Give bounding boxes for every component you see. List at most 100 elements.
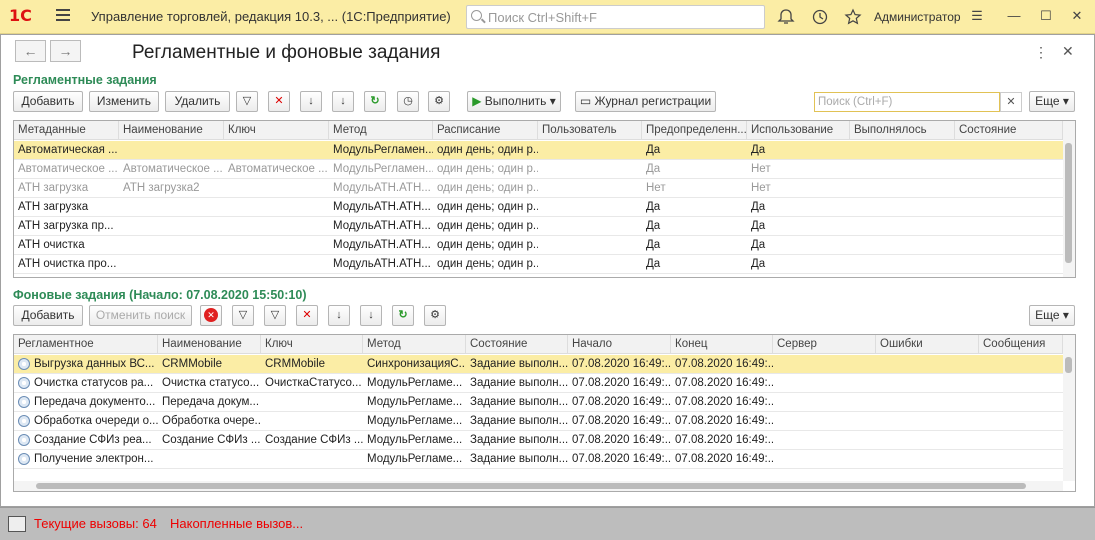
cell-text: 07.08.2020 16:49:... bbox=[675, 415, 773, 427]
filter-icon[interactable]: ▽ bbox=[236, 91, 258, 112]
cell-text: Передача документо... bbox=[34, 396, 156, 408]
table-cell: Автоматическое ... bbox=[224, 160, 329, 179]
column-header[interactable]: Наименование bbox=[158, 335, 261, 354]
settings-menu-icon[interactable]: ☰ bbox=[969, 8, 985, 24]
1c-logo-icon[interactable]: 1С bbox=[9, 6, 43, 26]
refresh-icon[interactable]: ↻ bbox=[392, 305, 414, 326]
column-header[interactable]: Ключ bbox=[261, 335, 363, 354]
column-header[interactable]: Пользователь bbox=[538, 121, 642, 140]
table-row[interactable]: Передача документо... Передача докум... Мо… bbox=[14, 393, 1063, 412]
sort-asc-icon[interactable]: ↓ bbox=[300, 91, 322, 112]
cell-text: Создание СФИз реа... bbox=[34, 434, 152, 446]
cell-text: один день; один р... bbox=[437, 201, 538, 213]
sort-asc-icon[interactable]: ↓ bbox=[328, 305, 350, 326]
table-header: Регламентное Наименование Ключ Метод Состоян… bbox=[14, 335, 1063, 354]
form-more-icon[interactable]: ⋮ bbox=[1034, 44, 1048, 61]
column-header[interactable]: Выполнялось bbox=[850, 121, 955, 140]
table-row[interactable]: ATH очистка МодульATH.ATH... один день; од… bbox=[14, 236, 1063, 255]
bell-icon[interactable] bbox=[777, 8, 795, 26]
table-cell: ATH очистка про... bbox=[14, 255, 119, 274]
scheduled-edit-button[interactable]: Изменить bbox=[89, 91, 159, 112]
column-header[interactable]: Состояние bbox=[955, 121, 1063, 140]
column-header[interactable]: Сообщения bbox=[979, 335, 1063, 354]
table-cell bbox=[979, 393, 1063, 412]
cancel-job-icon[interactable]: ✕ bbox=[200, 305, 222, 326]
forward-button[interactable]: → bbox=[50, 40, 81, 62]
windows-icon[interactable] bbox=[8, 516, 26, 532]
column-header[interactable]: Использование bbox=[747, 121, 850, 140]
table-row[interactable]: ATH загрузка пр... МодульATH.ATH... один д… bbox=[14, 217, 1063, 236]
sort-desc-icon[interactable]: ↓ bbox=[360, 305, 382, 326]
column-header[interactable]: Метод bbox=[329, 121, 433, 140]
clear-filter-icon[interactable]: ✕ bbox=[268, 91, 290, 112]
table-row[interactable]: Получение электрон... МодульРегламе... Зад… bbox=[14, 450, 1063, 469]
table-cell: один день; один р... bbox=[433, 255, 538, 274]
form-close-icon[interactable]: ✕ bbox=[1062, 43, 1074, 60]
vertical-scrollbar[interactable] bbox=[1063, 335, 1075, 481]
background-add-button[interactable]: Добавить bbox=[13, 305, 83, 326]
log-icon: ▭ bbox=[579, 94, 595, 108]
vertical-scrollbar[interactable] bbox=[1063, 121, 1075, 277]
table-cell bbox=[773, 431, 876, 450]
column-header[interactable]: Состояние bbox=[466, 335, 568, 354]
filter-icon[interactable]: ▽ bbox=[232, 305, 254, 326]
settings-icon[interactable]: ⚙ bbox=[424, 305, 446, 326]
back-button[interactable]: ← bbox=[15, 40, 46, 62]
table-cell bbox=[224, 179, 329, 198]
table-row[interactable]: Автоматическая ... МодульРегламен... один … bbox=[14, 141, 1063, 160]
refresh-icon[interactable]: ↻ bbox=[364, 91, 386, 112]
user-name[interactable]: Администратор bbox=[874, 10, 961, 24]
column-header[interactable]: Сервер bbox=[773, 335, 876, 354]
background-more-button[interactable]: Еще ▾ bbox=[1029, 305, 1075, 326]
global-search-input[interactable]: Поиск Ctrl+Shift+F bbox=[466, 5, 765, 29]
column-header[interactable]: Конец bbox=[671, 335, 773, 354]
table-cell: Автоматическая ... bbox=[14, 141, 119, 160]
scheduled-search-input[interactable]: Поиск (Ctrl+F) bbox=[814, 92, 1000, 112]
column-header[interactable]: Наименование bbox=[119, 121, 224, 140]
schedule-clock-icon[interactable]: ◷ bbox=[397, 91, 419, 112]
table-row[interactable]: ATH загрузка ATH загрузка2 МодульATH.ATH..… bbox=[14, 179, 1063, 198]
column-header[interactable]: Регламентное bbox=[14, 335, 158, 354]
favorites-star-icon[interactable] bbox=[844, 8, 862, 26]
scheduled-add-button[interactable]: Добавить bbox=[13, 91, 83, 112]
close-window-icon[interactable]: ✕ bbox=[1069, 8, 1085, 24]
table-cell bbox=[876, 412, 979, 431]
scrollbar-thumb[interactable] bbox=[1065, 357, 1072, 373]
table-row[interactable]: Очистка статусов ра... Очистка статусо...… bbox=[14, 374, 1063, 393]
event-log-button[interactable]: ▭ Журнал регистрации bbox=[575, 91, 716, 112]
table-row[interactable]: ATH загрузка МодульATH.ATH... один день; о… bbox=[14, 198, 1063, 217]
scheduled-delete-button[interactable]: Удалить bbox=[165, 91, 230, 112]
scrollbar-thumb[interactable] bbox=[36, 483, 1026, 489]
scrollbar-thumb[interactable] bbox=[1065, 143, 1072, 263]
column-header[interactable]: Предопределенн... bbox=[642, 121, 747, 140]
run-button[interactable]: ▶ Выполнить ▾ bbox=[467, 91, 561, 112]
search-clear-icon[interactable]: ✕ bbox=[1000, 92, 1022, 112]
column-header[interactable]: Ошибки bbox=[876, 335, 979, 354]
cancel-search-button[interactable]: Отменить поиск bbox=[89, 305, 192, 326]
table-row[interactable]: Автоматическое ... Автоматическое ... Авто… bbox=[14, 160, 1063, 179]
settings-icon[interactable]: ⚙ bbox=[428, 91, 450, 112]
accumulated-calls-text[interactable]: Накопленные вызов... bbox=[170, 516, 303, 531]
table-row[interactable]: Выгрузка данных ВС... CRMMobile CRMMobile С… bbox=[14, 355, 1063, 374]
scheduled-more-button[interactable]: Еще ▾ bbox=[1029, 91, 1075, 112]
column-header[interactable]: Расписание bbox=[433, 121, 538, 140]
table-cell bbox=[955, 160, 1063, 179]
column-header[interactable]: Метаданные bbox=[14, 121, 119, 140]
table-cell: CRMMobile bbox=[261, 355, 363, 374]
main-menu-icon[interactable] bbox=[56, 9, 70, 21]
history-icon[interactable] bbox=[811, 8, 829, 26]
maximize-icon[interactable]: ☐ bbox=[1038, 8, 1054, 24]
sort-desc-icon[interactable]: ↓ bbox=[332, 91, 354, 112]
minimize-icon[interactable]: — bbox=[1006, 8, 1022, 24]
table-row[interactable]: ATH очистка про... МодульATH.ATH... один д… bbox=[14, 255, 1063, 274]
filter-list-icon[interactable]: ▽ bbox=[264, 305, 286, 326]
column-header[interactable]: Начало bbox=[568, 335, 671, 354]
horizontal-scrollbar[interactable] bbox=[14, 481, 1063, 491]
clear-filter-icon[interactable]: ✕ bbox=[296, 305, 318, 326]
current-calls-text[interactable]: Текущие вызовы: 64 bbox=[34, 516, 157, 531]
cell-text: Передача докум... bbox=[162, 396, 260, 408]
column-header[interactable]: Метод bbox=[363, 335, 466, 354]
column-header[interactable]: Ключ bbox=[224, 121, 329, 140]
table-row[interactable]: Обработка очереди о... Обработка очере...… bbox=[14, 412, 1063, 431]
table-row[interactable]: Создание СФИз реа... Создание СФИз ... Соз… bbox=[14, 431, 1063, 450]
